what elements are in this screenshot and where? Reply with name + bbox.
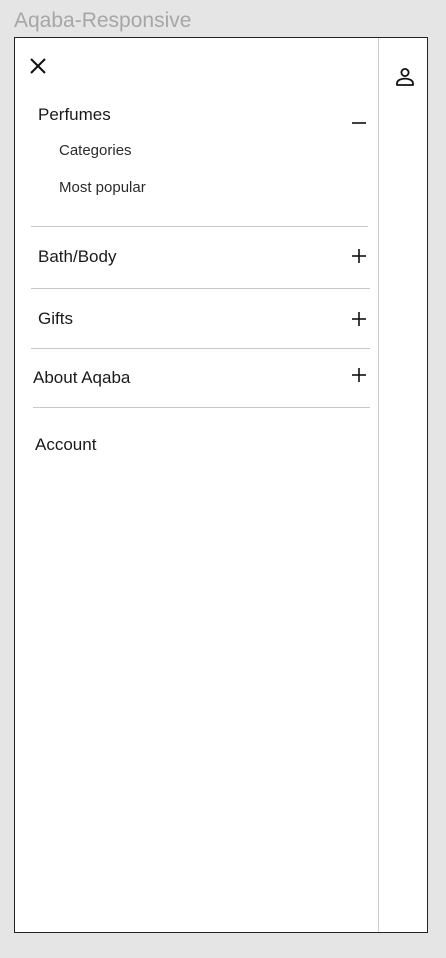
plus-icon (352, 312, 366, 326)
divider (33, 407, 370, 408)
plus-icon (352, 249, 366, 263)
close-icon (30, 58, 46, 74)
user-icon (396, 68, 414, 86)
mobile-frame: Perfumes Categories Most popular Bath/Bo… (14, 37, 428, 933)
menu-section-gifts[interactable]: Gifts (38, 309, 73, 329)
side-strip (379, 38, 427, 932)
expand-bath-body-button[interactable] (350, 247, 368, 265)
divider (31, 226, 368, 227)
menu-section-about-aqaba[interactable]: About Aqaba (33, 368, 130, 388)
divider (31, 288, 370, 289)
artboard-title: Aqaba-Responsive (14, 9, 192, 32)
menu-section-bath-body[interactable]: Bath/Body (38, 247, 116, 267)
expand-gifts-button[interactable] (350, 310, 368, 328)
submenu-item-most-popular[interactable]: Most popular (59, 179, 146, 197)
collapse-perfumes-button[interactable] (350, 114, 368, 132)
divider (31, 348, 370, 349)
account-button[interactable] (394, 66, 416, 88)
submenu-item-categories[interactable]: Categories (59, 142, 132, 160)
plus-icon (352, 368, 366, 382)
menu-item-account[interactable]: Account (35, 435, 96, 455)
menu-section-perfumes[interactable]: Perfumes (38, 105, 111, 125)
close-menu-button[interactable] (27, 55, 49, 77)
expand-about-aqaba-button[interactable] (350, 366, 368, 384)
navigation-drawer: Perfumes Categories Most popular Bath/Bo… (15, 38, 379, 932)
minus-icon (352, 122, 366, 124)
